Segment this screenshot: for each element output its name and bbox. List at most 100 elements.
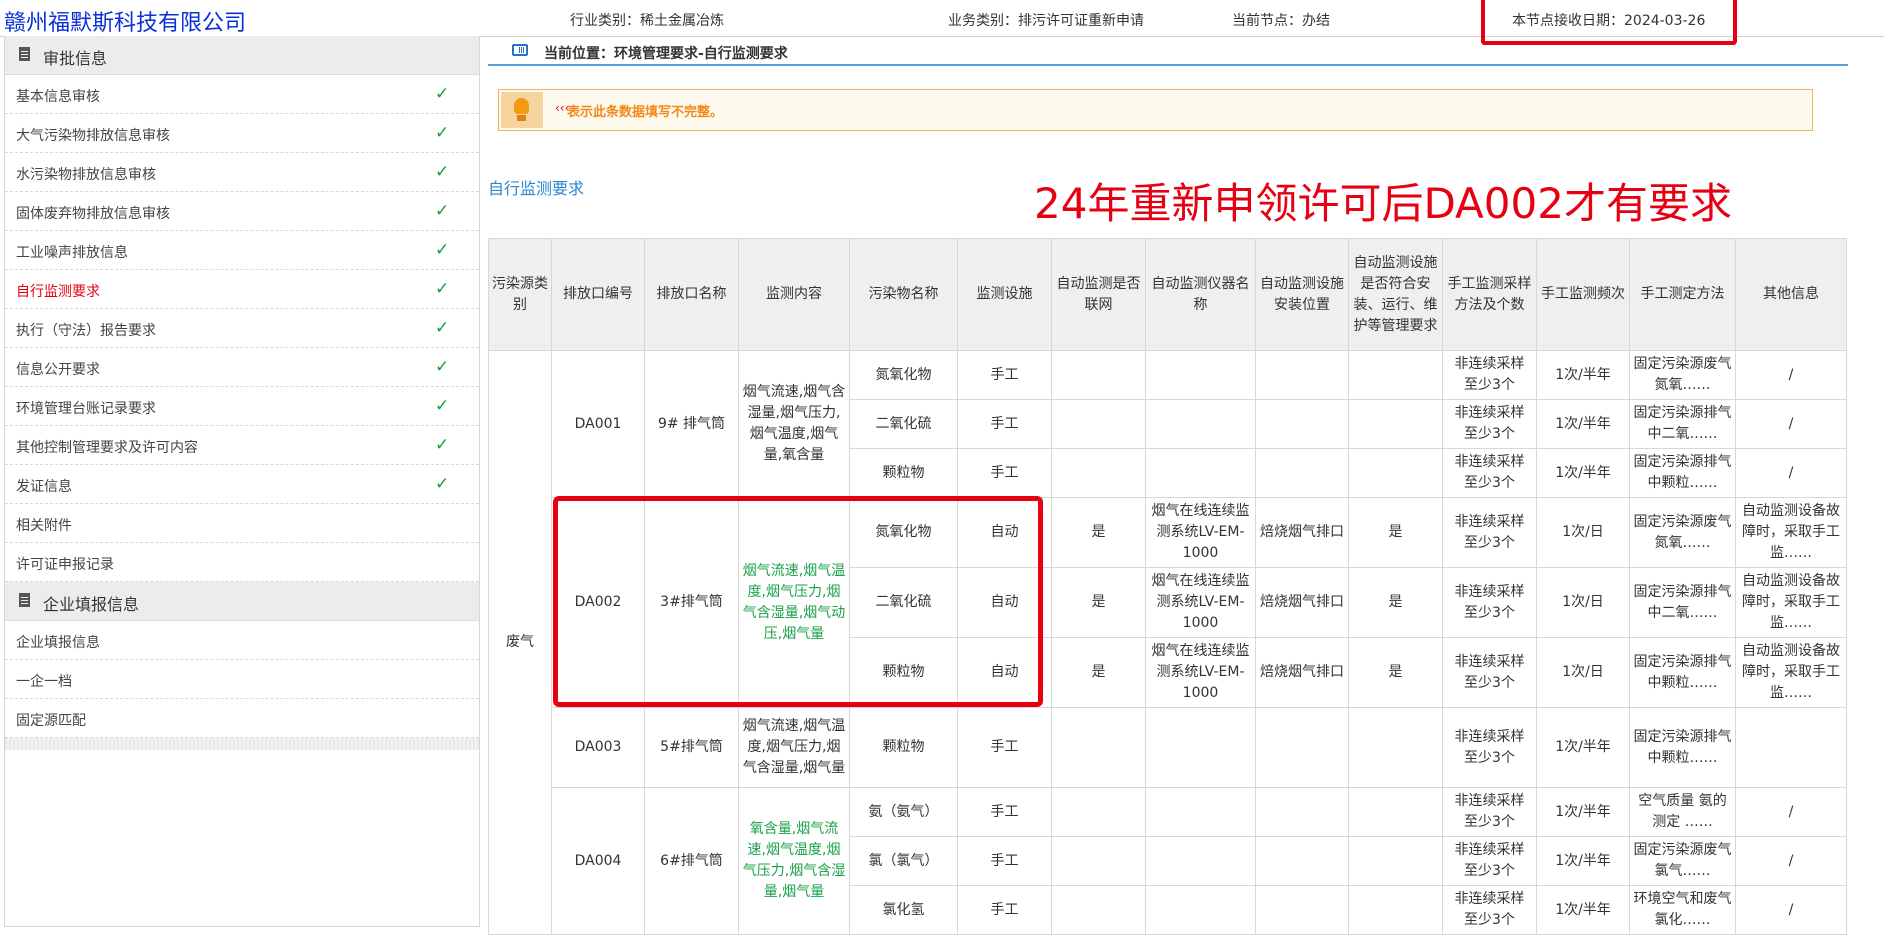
cell-freq: 1次/半年 bbox=[1536, 707, 1630, 788]
outlet-code: DA002 bbox=[551, 497, 645, 708]
column-header: 污染物名称 bbox=[849, 238, 958, 351]
monitoring-table: 污染源类别 排放口编号 排放口名称 监测内容 污染物名称 监测设施 自动监测是否联网 自动监测… bbox=[488, 238, 1847, 935]
checkmark-icon: ✓ bbox=[435, 201, 450, 221]
column-header: 自动监测设施安装位置 bbox=[1255, 238, 1349, 351]
cell-other: / bbox=[1735, 448, 1847, 498]
cell-measure: 环境空气和废气 氯化…… bbox=[1629, 885, 1736, 935]
cell-compliant bbox=[1348, 448, 1443, 498]
sidebar-item[interactable]: 执行（守法）报告要求 ✓ bbox=[5, 309, 479, 348]
sidebar-item-label: 发证信息 bbox=[16, 479, 72, 495]
breadcrumb: 当前位置：环境管理要求-自行监测要求 bbox=[488, 36, 1848, 66]
cell-location bbox=[1255, 350, 1349, 400]
sidebar-item-label: 企业填报信息 bbox=[16, 635, 100, 651]
outlet-content: 烟气流速,烟气含湿量,烟气压力,烟气温度,烟气量,氧含量 bbox=[738, 350, 850, 498]
cell-method: 非连续采样 至少3个 bbox=[1442, 497, 1537, 568]
sidebar-item[interactable]: 相关附件 bbox=[5, 504, 479, 543]
cell-networked: 是 bbox=[1051, 567, 1146, 638]
incomplete-data-notice: ‹‹‹ 表示此条数据填写不完整。 bbox=[498, 89, 1813, 131]
business-info: 业务类别：排污许可证重新申请 bbox=[948, 13, 1144, 29]
cell-pollutant: 颗粒物 bbox=[849, 637, 958, 708]
cell-measure: 固定污染源废气 氮氧…… bbox=[1629, 350, 1736, 400]
checkmark-icon: ✓ bbox=[435, 162, 450, 182]
cell-other: / bbox=[1735, 885, 1847, 935]
sidebar-item[interactable]: 企业填报信息 bbox=[5, 621, 479, 660]
sidebar-item[interactable]: 基本信息审核 ✓ bbox=[5, 75, 479, 114]
cell-instrument: 烟气在线连续监测系统LV-EM-1000 bbox=[1145, 637, 1256, 708]
cell-other: / bbox=[1735, 399, 1847, 449]
cell-measure: 固定污染源排气中二氧…… bbox=[1629, 567, 1736, 638]
sidebar-item[interactable]: 其他控制管理要求及许可内容 ✓ bbox=[5, 426, 479, 465]
cell-other: 自动监测设备故障时，采取手工监…… bbox=[1735, 637, 1847, 708]
sidebar-item[interactable]: 固体废弃物排放信息审核 ✓ bbox=[5, 192, 479, 231]
column-header: 手工监测频次 bbox=[1536, 238, 1630, 351]
cell-other bbox=[1735, 707, 1847, 788]
cell-other: / bbox=[1735, 836, 1847, 886]
sidebar-item[interactable]: 许可证申报记录 bbox=[5, 543, 479, 582]
book-icon bbox=[512, 44, 528, 56]
cell-networked bbox=[1051, 836, 1146, 886]
cell-compliant bbox=[1348, 707, 1443, 788]
column-header: 其他信息 bbox=[1735, 238, 1847, 351]
cell-freq: 1次/半年 bbox=[1536, 350, 1630, 400]
column-header: 监测内容 bbox=[738, 238, 850, 351]
cell-instrument: 烟气在线连续监测系统LV-EM-1000 bbox=[1145, 497, 1256, 568]
cell-method: 非连续采样 至少3个 bbox=[1442, 787, 1537, 837]
cell-facility: 手工 bbox=[957, 707, 1052, 788]
sidebar-item-label: 一企一档 bbox=[16, 674, 72, 690]
cell-measure: 固定污染源废气 氮氧…… bbox=[1629, 497, 1736, 568]
cell-pollutant: 氮氧化物 bbox=[849, 350, 958, 400]
cell-pollutant: 二氧化硫 bbox=[849, 567, 958, 638]
cell-measure: 固定污染源排气中颗粒…… bbox=[1629, 448, 1736, 498]
sidebar-item[interactable]: 自行监测要求 ✓ bbox=[5, 270, 479, 309]
lightbulb-icon bbox=[501, 92, 543, 128]
section-enterprise[interactable]: 企业填报信息 bbox=[5, 582, 479, 621]
sidebar-item[interactable]: 大气污染物排放信息审核 ✓ bbox=[5, 114, 479, 153]
cell-networked: 是 bbox=[1051, 497, 1146, 568]
outlet-code: DA004 bbox=[551, 787, 645, 935]
sidebar-item[interactable]: 环境管理台账记录要求 ✓ bbox=[5, 387, 479, 426]
sidebar-item[interactable]: 发证信息 ✓ bbox=[5, 465, 479, 504]
column-header: 监测设施 bbox=[957, 238, 1052, 351]
checkmark-icon: ✓ bbox=[435, 435, 450, 455]
cell-measure: 固定污染源废气 氯气…… bbox=[1629, 836, 1736, 886]
cell-freq: 1次/半年 bbox=[1536, 399, 1630, 449]
cell-compliant: 是 bbox=[1348, 567, 1443, 638]
sidebar-item[interactable]: 工业噪声排放信息 ✓ bbox=[5, 231, 479, 270]
cell-compliant bbox=[1348, 350, 1443, 400]
sidebar-item-label: 自行监测要求 bbox=[16, 284, 100, 300]
cell-compliant: 是 bbox=[1348, 497, 1443, 568]
cell-instrument bbox=[1145, 448, 1256, 498]
cell-facility: 手工 bbox=[957, 885, 1052, 935]
cell-facility: 手工 bbox=[957, 836, 1052, 886]
sidebar-item[interactable]: 水污染物排放信息审核 ✓ bbox=[5, 153, 479, 192]
cell-method: 非连续采样 至少3个 bbox=[1442, 836, 1537, 886]
checkmark-icon: ✓ bbox=[435, 357, 450, 377]
sidebar-item-label: 大气污染物排放信息审核 bbox=[16, 128, 170, 144]
cell-location bbox=[1255, 885, 1349, 935]
cell-location bbox=[1255, 836, 1349, 886]
cell-compliant bbox=[1348, 885, 1443, 935]
column-header: 污染源类别 bbox=[488, 238, 552, 351]
sidebar-item[interactable]: 固定源匹配 bbox=[5, 699, 479, 738]
sidebar: 审批信息 基本信息审核 ✓ 大气污染物排放信息审核 ✓ 水污染物排放信息审核 ✓ 固体废弃物… bbox=[4, 36, 480, 927]
cell-freq: 1次/日 bbox=[1536, 567, 1630, 638]
checkmark-icon: ✓ bbox=[435, 318, 450, 338]
table-row: DA003 5#排气筒 烟气流速,烟气温度,烟气压力,烟气含湿量,烟气量 颗粒物 手工 非… bbox=[489, 707, 1847, 788]
cell-facility: 手工 bbox=[957, 350, 1052, 400]
cell-measure: 固定污染源排气中颗粒…… bbox=[1629, 707, 1736, 788]
sidebar-item[interactable]: 信息公开要求 ✓ bbox=[5, 348, 479, 387]
cell-pollutant: 颗粒物 bbox=[849, 448, 958, 498]
sidebar-item-label: 信息公开要求 bbox=[16, 362, 100, 378]
cell-networked bbox=[1051, 787, 1146, 837]
cell-freq: 1次/半年 bbox=[1536, 448, 1630, 498]
column-header: 自动监测设施是否符合安装、运行、维护等管理要求 bbox=[1348, 238, 1443, 351]
table-row: DA004 6#排气筒 氧含量,烟气流速,烟气温度,烟气压力,烟气含湿量,烟气量 氨（… bbox=[489, 787, 1847, 935]
column-header: 自动监测仪器名称 bbox=[1145, 238, 1256, 351]
cell-location bbox=[1255, 787, 1349, 837]
cell-pollutant: 颗粒物 bbox=[849, 707, 958, 788]
sidebar-item[interactable]: 一企一档 bbox=[5, 660, 479, 699]
cell-method: 非连续采样 至少3个 bbox=[1442, 399, 1537, 449]
sidebar-item-label: 固定源匹配 bbox=[16, 713, 86, 729]
cell-other: 自动监测设备故障时，采取手工监…… bbox=[1735, 497, 1847, 568]
section-approval[interactable]: 审批信息 bbox=[5, 36, 479, 75]
